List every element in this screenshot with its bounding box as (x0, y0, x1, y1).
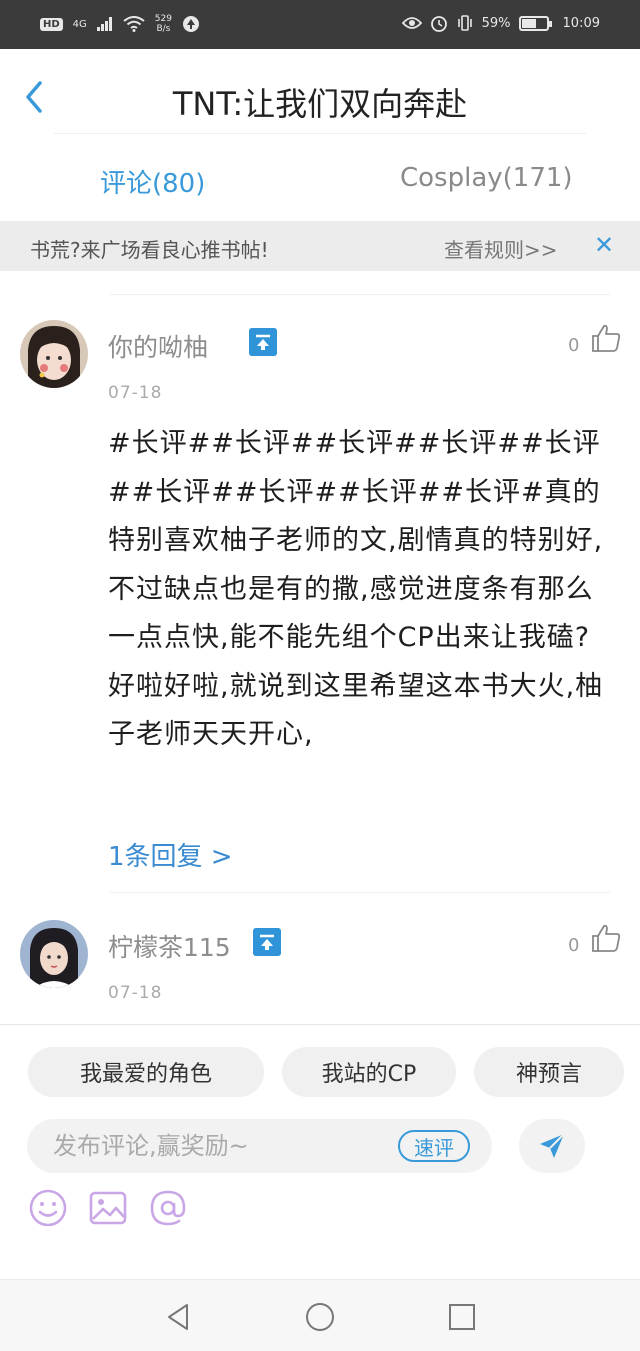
like-thumb-icon[interactable] (590, 322, 622, 354)
view-rules-link[interactable]: 查看规则>> (444, 234, 558, 263)
wifi-icon (123, 16, 145, 32)
mention-icon[interactable] (147, 1187, 189, 1229)
divider (110, 892, 610, 893)
comment-date: 07-18 (108, 983, 163, 1003)
avatar[interactable] (20, 920, 88, 988)
network-speed: 529 B/s (154, 14, 172, 34)
like-count: 0 (568, 335, 580, 356)
divider (54, 133, 586, 134)
image-icon[interactable] (87, 1187, 129, 1229)
tag-favorite-character[interactable]: 我最爱的角色 (28, 1047, 264, 1097)
tab-comments[interactable]: 评论(80) (100, 163, 205, 200)
comment-body: #长评##长评##长评##长评##长评##长评##长评##长评##长评#真的特别… (108, 428, 604, 750)
like-thumb-icon[interactable] (590, 922, 622, 954)
comment-username[interactable]: 柠檬茶115 (108, 928, 231, 964)
cell-signal-icon (96, 17, 112, 31)
clock: 10:09 (562, 15, 600, 31)
send-icon (540, 1133, 565, 1158)
tab-cosplay[interactable]: Cosplay(171) (400, 163, 573, 193)
level-badge-icon (249, 328, 277, 356)
tag-prophecy[interactable]: 神预言 (474, 1047, 624, 1097)
nav-home-icon[interactable] (304, 1301, 336, 1333)
close-icon[interactable]: ✕ (594, 231, 614, 259)
comment-input-wrapper: 速评 (27, 1119, 492, 1173)
battery-percent: 59% (481, 15, 511, 31)
level-badge-icon (253, 928, 281, 956)
battery-icon (518, 15, 552, 31)
page-title: TNT:让我们双向奔赴 (172, 85, 468, 123)
alarm-icon (430, 16, 447, 32)
tab-bar: 评论(80) Cosplay(171) (0, 145, 640, 215)
nav-recents-icon[interactable] (446, 1301, 478, 1333)
banner-text: 书荒?来广场看良心推书帖! (30, 238, 269, 262)
comment-date: 07-18 (108, 383, 163, 403)
nav-back-icon[interactable] (163, 1301, 195, 1333)
comment-composer-panel: 我最爱的角色 我站的CP 神预言 速评 (0, 1024, 640, 1277)
send-button[interactable] (519, 1119, 585, 1173)
comment-input[interactable] (53, 1129, 383, 1163)
eye-comfort-icon (401, 17, 422, 29)
system-nav-bar (0, 1279, 640, 1351)
hd-icon: HD (40, 17, 63, 31)
notice-banner: 书荒?来广场看良心推书帖! 查看规则>> ✕ (0, 221, 640, 271)
network-type: 4G (72, 18, 87, 30)
tag-my-cp[interactable]: 我站的CP (282, 1047, 456, 1097)
avatar[interactable] (20, 320, 88, 388)
emoji-icon[interactable] (27, 1187, 69, 1229)
header: TNT:让我们双向奔赴 (0, 49, 640, 135)
status-bar: HD 4G 529 B/s 59% 10:09 (0, 0, 640, 49)
comment-username[interactable]: 你的呦柚 (108, 328, 208, 364)
vibrate-icon (457, 15, 472, 31)
divider (110, 294, 610, 295)
like-count: 0 (568, 935, 580, 956)
view-replies-link[interactable]: 1条回复 > (108, 836, 233, 873)
app-notification-icon (182, 16, 199, 32)
attachment-toolbar (27, 1187, 189, 1229)
quick-review-button[interactable]: 速评 (398, 1130, 470, 1162)
